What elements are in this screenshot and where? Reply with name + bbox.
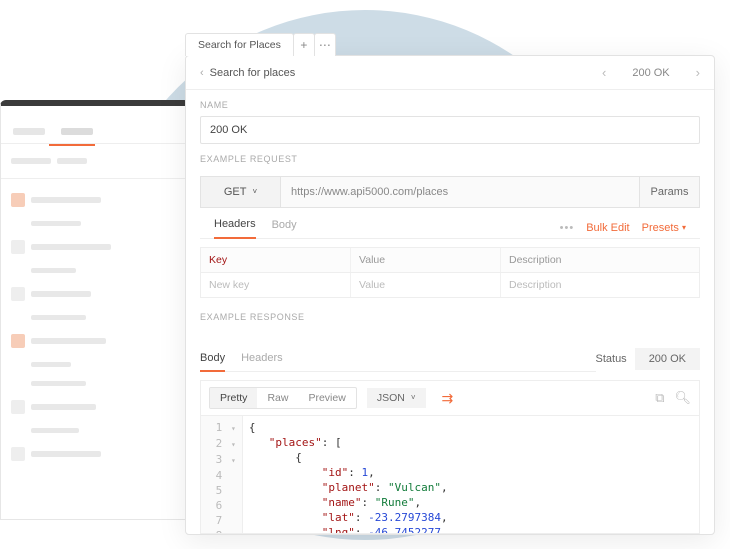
kv-desc-input[interactable]: Description: [501, 273, 699, 297]
view-raw[interactable]: Raw: [257, 388, 298, 408]
response-body-editor[interactable]: 1 ▾ 2 ▾ 3 ▾ 4 5 6 7 8 9 10 11 ▾ { "place…: [200, 415, 700, 534]
view-pretty[interactable]: Pretty: [210, 388, 257, 408]
method-label: GET: [224, 186, 247, 198]
tab-headers[interactable]: Headers: [214, 218, 256, 239]
caret-down-icon: ▾: [682, 223, 686, 232]
new-tab-button[interactable]: +: [293, 33, 315, 56]
kv-header-row: Key Value Description: [200, 247, 700, 273]
name-section-label: NAME: [200, 100, 700, 110]
example-request-label: EXAMPLE REQUEST: [200, 154, 700, 164]
tab-search-for-places[interactable]: Search for Places: [185, 33, 294, 56]
status-label: Status: [596, 353, 627, 365]
background-window: [0, 100, 190, 520]
code-content[interactable]: { "places": [ { "id": 1, "planet": "Vulc…: [243, 416, 527, 533]
wrap-lines-button[interactable]: ⇉: [436, 388, 460, 409]
next-example-button[interactable]: ›: [696, 65, 700, 80]
response-view-toolbar: Pretty Raw Preview JSON ˅ ⇉ ⧉ 🔍︎: [200, 380, 700, 415]
kv-head-value: Value: [351, 248, 501, 272]
more-icon[interactable]: •••: [560, 222, 575, 234]
breadcrumb: ‹ Search for places ‹ 200 OK ›: [186, 56, 714, 90]
view-preview[interactable]: Preview: [298, 388, 355, 408]
kv-empty-row[interactable]: New key Value Description: [200, 273, 700, 298]
view-mode-segment[interactable]: Pretty Raw Preview: [209, 387, 357, 409]
tab-overflow-button[interactable]: ⋯: [314, 33, 336, 56]
tab-body[interactable]: Body: [272, 219, 297, 238]
kv-head-desc: Description: [501, 248, 699, 272]
search-icon[interactable]: 🔍︎: [674, 390, 691, 406]
bulk-edit-link[interactable]: Bulk Edit: [586, 222, 629, 234]
kv-head-key: Key: [201, 248, 351, 272]
copy-icon[interactable]: ⧉: [655, 390, 664, 406]
breadcrumb-title: 200 OK: [632, 67, 669, 79]
example-name-input[interactable]: [200, 116, 700, 144]
breadcrumb-back-label[interactable]: Search for places: [210, 67, 296, 79]
line-gutter: 1 ▾ 2 ▾ 3 ▾ 4 5 6 7 8 9 10 11 ▾: [201, 416, 243, 533]
request-bar: GET ˅ https://www.api5000.com/places Par…: [200, 176, 700, 208]
kv-key-input[interactable]: New key: [201, 273, 351, 297]
chevron-down-icon: ˅: [252, 187, 257, 196]
format-select[interactable]: JSON ˅: [367, 388, 426, 408]
url-input[interactable]: https://www.api5000.com/places: [281, 177, 639, 207]
prev-example-button[interactable]: ‹: [602, 65, 606, 80]
chevron-down-icon: ˅: [411, 393, 416, 402]
method-select[interactable]: GET ˅: [201, 177, 281, 207]
back-icon[interactable]: ‹: [200, 67, 204, 79]
params-button[interactable]: Params: [639, 177, 699, 207]
presets-dropdown[interactable]: Presets ▾: [642, 222, 686, 234]
status-value-select[interactable]: 200 OK: [635, 348, 700, 370]
example-response-label: EXAMPLE RESPONSE: [200, 312, 700, 322]
response-tab-headers[interactable]: Headers: [241, 346, 283, 371]
kv-value-input[interactable]: Value: [351, 273, 501, 297]
example-editor-panel: ‹ Search for places ‹ 200 OK › NAME EXAM…: [185, 55, 715, 535]
response-tab-body[interactable]: Body: [200, 346, 225, 372]
